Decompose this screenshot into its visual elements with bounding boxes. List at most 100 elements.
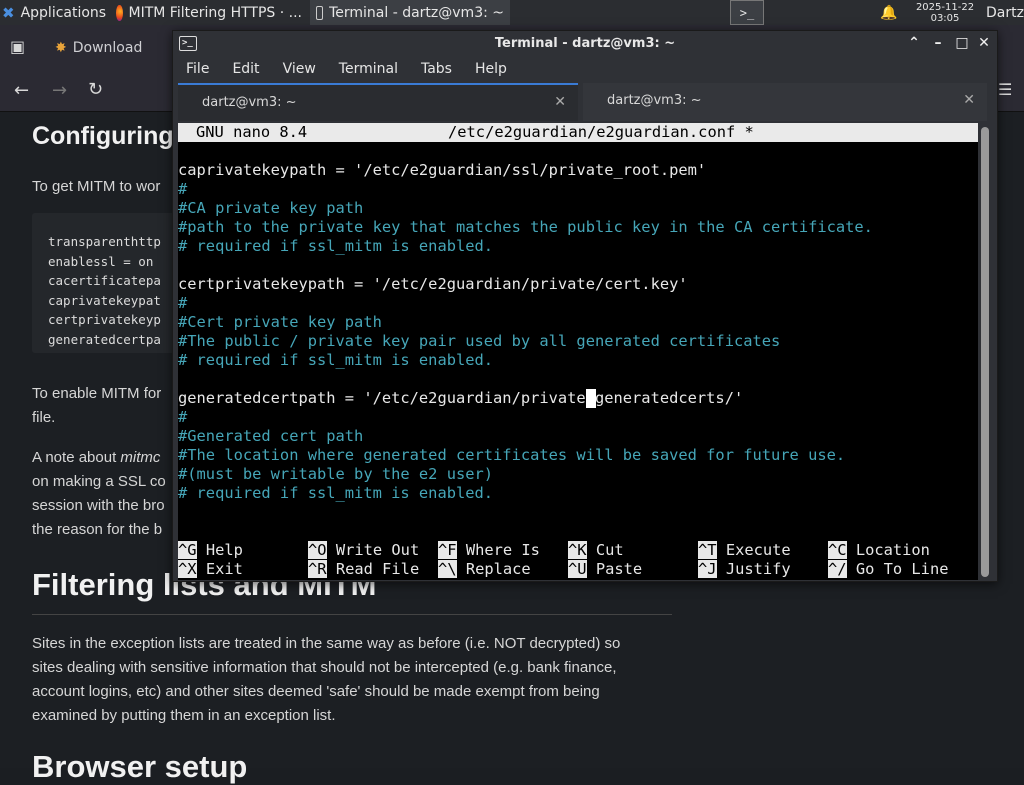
paragraph-note-4: the reason for the b bbox=[32, 521, 163, 538]
terminal-tab-2[interactable]: dartz@vm3: ~ ✕ bbox=[583, 83, 987, 121]
config-comment-line: # bbox=[178, 294, 188, 312]
clock[interactable]: 2025-11-22 03:05 bbox=[906, 0, 984, 25]
shortcut-label: Write Out bbox=[326, 541, 420, 559]
menu-help[interactable]: Help bbox=[462, 61, 517, 77]
terminal-tab-1[interactable]: dartz@vm3: ~ ✕ bbox=[178, 83, 578, 121]
nano-shortcut: ^F Where Is bbox=[438, 541, 540, 560]
terminal-scrollbar[interactable] bbox=[981, 127, 989, 577]
nano-shortcut: ^/ Go To Line bbox=[828, 560, 948, 579]
shortcut-label: Exit bbox=[196, 560, 243, 578]
clock-time: 03:05 bbox=[930, 12, 960, 24]
task-terminal[interactable]: Terminal - dartz@vm3: ~ bbox=[310, 0, 510, 25]
terminal-icon bbox=[316, 5, 324, 20]
shortcut-label: Help bbox=[196, 541, 243, 559]
note-link-mitm[interactable]: mitmc bbox=[120, 449, 160, 466]
config-comment-line: #The location where generated certificat… bbox=[178, 446, 846, 464]
applications-menu[interactable]: ✖ Applications ≡ bbox=[2, 0, 110, 25]
bookmark-download[interactable]: ✸ Download bbox=[55, 40, 142, 56]
menu-edit[interactable]: Edit bbox=[219, 61, 269, 77]
nano-header: GNU nano 8.4 /etc/e2guardian/e2guardian.… bbox=[178, 123, 978, 142]
paragraph-note-3: session with the bro bbox=[32, 497, 165, 514]
nano-shortcut: ^G Help bbox=[178, 541, 243, 560]
applications-icon: ✖ bbox=[2, 3, 15, 22]
paragraph-enable-2: file. bbox=[32, 409, 56, 426]
terminal-window: >_ Terminal - dartz@vm3: ~ ⌃ – □ ✕ File … bbox=[172, 30, 998, 582]
menu-terminal[interactable]: Terminal bbox=[326, 61, 408, 77]
shortcut-key: ^R bbox=[308, 560, 327, 578]
heading-configuring: Configuring bbox=[32, 122, 174, 150]
shortcut-label: Cut bbox=[586, 541, 624, 559]
config-comment-line: #The public / private key pair used by a… bbox=[178, 332, 781, 350]
notifications-bell-icon[interactable]: 🔔 bbox=[880, 0, 900, 25]
shortcut-key: ^\ bbox=[438, 560, 457, 578]
close-icon[interactable]: ✕ bbox=[975, 34, 993, 52]
nano-shortcut: ^O Write Out bbox=[308, 541, 419, 560]
code-line: enablessl = on bbox=[48, 253, 154, 269]
config-comment-line: #CA private key path bbox=[178, 199, 364, 217]
top-panel: ✖ Applications ≡ MITM Filtering HTTPS · … bbox=[0, 0, 1024, 25]
shortcut-key: ^F bbox=[438, 541, 457, 559]
nano-filename: /etc/e2guardian/e2guardian.conf * bbox=[448, 123, 754, 141]
tab-list-icon[interactable]: ▣ bbox=[10, 37, 25, 56]
code-line: generatedcertpa bbox=[48, 331, 161, 347]
shortcut-label: Where Is bbox=[456, 541, 540, 559]
paragraph-sites-2: sites dealing with sensitive information… bbox=[32, 659, 617, 676]
menu-view[interactable]: View bbox=[270, 61, 326, 77]
config-line: caprivatekeypath = '/etc/e2guardian/ssl/… bbox=[178, 161, 707, 179]
tab-close-icon[interactable]: ✕ bbox=[554, 94, 566, 110]
task-browser-label: MITM Filtering HTTPS · ... bbox=[128, 4, 302, 21]
config-comment-line: #(must be writable by the e2 user) bbox=[178, 465, 494, 483]
config-comment-line: #Generated cert path bbox=[178, 427, 364, 445]
task-terminal-label: Terminal - dartz@vm3: ~ bbox=[329, 4, 504, 21]
maximize-icon[interactable]: □ bbox=[953, 34, 971, 52]
nano-shortcut: ^T Execute bbox=[698, 541, 791, 560]
paragraph-note-2: on making a SSL co bbox=[32, 473, 166, 490]
shortcut-key: ^X bbox=[178, 560, 197, 578]
tab-close-icon[interactable]: ✕ bbox=[963, 92, 975, 108]
config-line: generatedcertpath = '/etc/e2guardian/pri… bbox=[178, 389, 744, 407]
back-arrow-icon[interactable]: ← bbox=[14, 80, 29, 101]
paragraph-sites-3: account logins, etc) and other sites dee… bbox=[32, 683, 600, 700]
terminal-launcher-icon[interactable]: >_ bbox=[730, 0, 764, 25]
user-name: Dartz bbox=[986, 4, 1024, 21]
nano-shortcut: ^X Exit bbox=[178, 560, 243, 579]
firefox-icon bbox=[116, 4, 123, 21]
code-line: transparenthttp bbox=[48, 234, 161, 249]
app-menu-icon[interactable]: ☰ bbox=[998, 80, 1012, 99]
tab-label: dartz@vm3: ~ bbox=[607, 93, 702, 108]
clock-date: 2025-11-22 bbox=[915, 1, 975, 13]
paragraph-get-mitm: To get MITM to wor bbox=[32, 178, 161, 195]
minimize-icon[interactable]: – bbox=[929, 34, 947, 52]
forward-arrow-icon[interactable]: → bbox=[52, 80, 67, 101]
task-browser[interactable]: MITM Filtering HTTPS · ... bbox=[110, 0, 308, 25]
shortcut-key: ^T bbox=[698, 541, 717, 559]
shortcut-key: ^C bbox=[828, 541, 847, 559]
text-cursor bbox=[586, 389, 596, 408]
nano-editor[interactable]: GNU nano 8.4 /etc/e2guardian/e2guardian.… bbox=[178, 123, 978, 580]
config-line: certprivatekeypath = '/etc/e2guardian/pr… bbox=[178, 275, 688, 293]
bookmark-download-label: Download bbox=[72, 40, 143, 56]
shortcut-label: Location bbox=[846, 541, 930, 559]
menu-tabs[interactable]: Tabs bbox=[408, 61, 462, 77]
terminal-title: Terminal - dartz@vm3: ~ bbox=[494, 36, 676, 51]
paragraph-sites-4: examined by putting them in an exception… bbox=[32, 707, 336, 724]
shortcut-key: ^O bbox=[308, 541, 327, 559]
terminal-tabs: dartz@vm3: ~ ✕ dartz@vm3: ~ ✕ bbox=[178, 83, 993, 121]
config-comment-line: #path to the private key that matches th… bbox=[178, 218, 873, 236]
menu-file[interactable]: File bbox=[173, 61, 219, 77]
shortcut-label: Replace bbox=[456, 560, 531, 578]
shortcut-key: ^/ bbox=[828, 560, 847, 578]
note-text-a: A note about bbox=[32, 449, 121, 466]
user-menu[interactable]: Dartz bbox=[986, 0, 1024, 25]
shade-icon[interactable]: ⌃ bbox=[905, 34, 923, 52]
joomla-icon: ✸ bbox=[55, 40, 67, 56]
config-comment-line: # required if ssl_mitm is enabled. bbox=[178, 237, 494, 255]
nano-shortcut: ^\ Replace bbox=[438, 560, 531, 579]
shortcut-key: ^J bbox=[698, 560, 717, 578]
terminal-titlebar[interactable]: >_ Terminal - dartz@vm3: ~ ⌃ – □ ✕ bbox=[173, 31, 997, 57]
terminal-menubar: File Edit View Terminal Tabs Help bbox=[173, 57, 997, 81]
reload-icon[interactable]: ↻ bbox=[88, 79, 103, 100]
code-line: certprivatekeyp bbox=[48, 312, 161, 327]
shortcut-label: Justify bbox=[716, 560, 791, 578]
config-comment-line: # bbox=[178, 180, 188, 198]
